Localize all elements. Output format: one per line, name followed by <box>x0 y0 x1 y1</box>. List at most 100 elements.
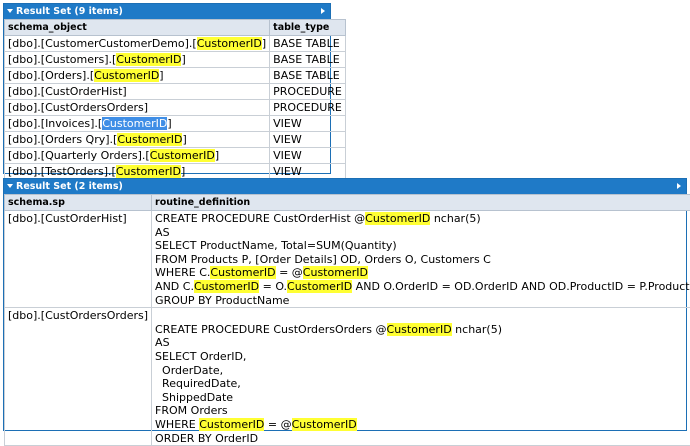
cell-text: ] <box>182 133 186 146</box>
cell-text: [dbo].[Invoices].[ <box>8 117 102 130</box>
result-set-2-titlebar[interactable]: Result Set (2 items) <box>4 179 686 194</box>
table-row[interactable]: [dbo].[Customers].[CustomerID]BASE TABLE <box>5 52 346 68</box>
highlighted-match-text: CustomerID <box>197 37 262 50</box>
cell-text: SELECT OrderID, <box>155 350 246 363</box>
table-row[interactable]: [dbo].[CustOrdersOrders] CREATE PROCEDUR… <box>5 308 690 446</box>
schema-object-cell[interactable]: [dbo].[Quarterly Orders].[CustomerID] <box>5 148 270 164</box>
cell-text: ] <box>262 37 266 50</box>
expand-arrow-icon[interactable] <box>677 183 681 189</box>
table-row[interactable]: [dbo].[Quarterly Orders].[CustomerID]VIE… <box>5 148 346 164</box>
selected-match-text: CustomerID <box>102 117 167 130</box>
table-row[interactable]: [dbo].[Orders].[CustomerID]BASE TABLE <box>5 68 346 84</box>
highlighted-match-text: CustomerID <box>365 212 430 225</box>
table-header-row: schema_object table_type <box>5 20 346 36</box>
highlighted-match-text: CustomerID <box>199 418 264 431</box>
cell-text: AND O.OrderID = OD.OrderID AND OD.Produc… <box>352 280 690 293</box>
highlighted-match-text: CustomerID <box>387 323 452 336</box>
table-type-cell[interactable]: PROCEDURE <box>270 100 346 116</box>
cell-text: OrderDate, <box>155 364 223 377</box>
cell-text: ] <box>181 165 185 178</box>
cell-text: WHERE <box>155 418 199 431</box>
table-type-cell[interactable]: VIEW <box>270 116 346 132</box>
cell-text: WHERE C. <box>155 266 210 279</box>
cell-text: [dbo].[TestOrders].[ <box>8 165 116 178</box>
cell-text: CREATE PROCEDURE CustOrderHist @ <box>155 212 365 225</box>
table-row[interactable]: [dbo].[CustOrderHist]CREATE PROCEDURE Cu… <box>5 211 690 308</box>
highlighted-match-text: CustomerID <box>150 149 215 162</box>
cell-text: [dbo].[CustOrdersOrders] <box>8 101 148 114</box>
cell-text: ] <box>167 117 171 130</box>
cell-text: = @ <box>264 418 291 431</box>
table-type-cell[interactable]: BASE TABLE <box>270 52 346 68</box>
collapse-arrow-icon[interactable] <box>7 9 13 13</box>
schema-object-cell[interactable]: [dbo].[Customers].[CustomerID] <box>5 52 270 68</box>
cell-text: FROM Orders <box>155 404 228 417</box>
highlighted-match-text: CustomerID <box>194 280 259 293</box>
result-set-1-table: schema_object table_type [dbo].[Customer… <box>4 19 346 180</box>
cell-text: ] <box>181 53 185 66</box>
collapse-arrow-icon[interactable] <box>7 184 13 188</box>
result-set-1-titlebar[interactable]: Result Set (9 items) <box>4 4 330 19</box>
table-row[interactable]: [dbo].[Orders Qry].[CustomerID]VIEW <box>5 132 346 148</box>
table-type-cell[interactable]: VIEW <box>270 148 346 164</box>
cell-text: ] <box>215 149 219 162</box>
cell-text: = O. <box>259 280 287 293</box>
cell-text: AND C. <box>155 280 194 293</box>
cell-text: AS <box>155 226 170 239</box>
cell-text: [dbo].[Orders Qry].[ <box>8 133 117 146</box>
routine-definition-cell[interactable]: CREATE PROCEDURE CustOrderHist @Customer… <box>152 211 690 308</box>
table-row[interactable]: [dbo].[CustomerCustomerDemo].[CustomerID… <box>5 36 346 52</box>
schema-object-cell[interactable]: [dbo].[Invoices].[CustomerID] <box>5 116 270 132</box>
table-row[interactable]: [dbo].[Invoices].[CustomerID]VIEW <box>5 116 346 132</box>
table-type-cell[interactable]: BASE TABLE <box>270 36 346 52</box>
schema-object-cell[interactable]: [dbo].[CustOrdersOrders] <box>5 100 270 116</box>
cell-text: nchar(5) <box>452 323 502 336</box>
schema-object-cell[interactable]: [dbo].[Orders Qry].[CustomerID] <box>5 132 270 148</box>
column-header-schema-object[interactable]: schema_object <box>5 20 270 36</box>
cell-text: [dbo].[Orders].[ <box>8 69 94 82</box>
table-type-cell[interactable]: BASE TABLE <box>270 68 346 84</box>
table-type-cell[interactable]: VIEW <box>270 132 346 148</box>
cell-text: [dbo].[CustomerCustomerDemo].[ <box>8 37 197 50</box>
cell-text: ShippedDate <box>155 391 233 404</box>
cell-text: SELECT ProductName, Total=SUM(Quantity) <box>155 239 397 252</box>
cell-text: ORDER BY OrderID <box>155 432 258 445</box>
highlighted-match-text: CustomerID <box>116 53 181 66</box>
column-header-routine-definition[interactable]: routine_definition <box>152 195 690 211</box>
highlighted-match-text: CustomerID <box>287 280 352 293</box>
highlighted-match-text: CustomerID <box>116 165 181 178</box>
schema-object-cell[interactable]: [dbo].[CustomerCustomerDemo].[CustomerID… <box>5 36 270 52</box>
table-type-cell[interactable]: PROCEDURE <box>270 84 346 100</box>
cell-text: [dbo].[Customers].[ <box>8 53 116 66</box>
cell-text: CREATE PROCEDURE CustOrdersOrders @ <box>155 323 386 336</box>
result-set-panel-1: Result Set (9 items) schema_object table… <box>3 3 331 174</box>
column-header-schema-sp[interactable]: schema.sp <box>5 195 152 211</box>
cell-text: [dbo].[Quarterly Orders].[ <box>8 149 150 162</box>
highlighted-match-text: CustomerID <box>94 69 159 82</box>
cell-text: RequiredDate, <box>155 377 241 390</box>
result-set-2-title: Result Set (2 items) <box>16 181 123 192</box>
expand-arrow-icon[interactable] <box>321 8 325 14</box>
schema-object-cell[interactable]: [dbo].[Orders].[CustomerID] <box>5 68 270 84</box>
cell-text: ] <box>159 69 163 82</box>
highlighted-match-text: CustomerID <box>210 266 275 279</box>
cell-text: [dbo].[CustOrderHist] <box>8 85 127 98</box>
table-row[interactable]: [dbo].[CustOrderHist] PROCEDURE <box>5 84 346 100</box>
cell-text: GROUP BY ProductName <box>155 294 289 307</box>
highlighted-match-text: CustomerID <box>292 418 357 431</box>
highlighted-match-text: CustomerID <box>117 133 182 146</box>
cell-text: = @ <box>276 266 303 279</box>
schema-sp-cell[interactable]: [dbo].[CustOrderHist] <box>5 211 152 308</box>
table-row[interactable]: [dbo].[CustOrdersOrders] PROCEDURE <box>5 100 346 116</box>
schema-sp-cell[interactable]: [dbo].[CustOrdersOrders] <box>5 308 152 446</box>
column-header-table-type[interactable]: table_type <box>270 20 346 36</box>
routine-definition-cell[interactable]: CREATE PROCEDURE CustOrdersOrders @Custo… <box>152 308 690 446</box>
result-set-1-title: Result Set (9 items) <box>16 6 123 17</box>
highlighted-match-text: CustomerID <box>303 266 368 279</box>
cell-text: AS <box>155 336 170 349</box>
cell-text: FROM Products P, [Order Details] OD, Ord… <box>155 253 491 266</box>
result-set-panel-2: Result Set (2 items) schema.sp routine_d… <box>3 178 687 431</box>
schema-object-cell[interactable]: [dbo].[CustOrderHist] <box>5 84 270 100</box>
cell-text: nchar(5) <box>430 212 480 225</box>
table-header-row: schema.sp routine_definition <box>5 195 690 211</box>
